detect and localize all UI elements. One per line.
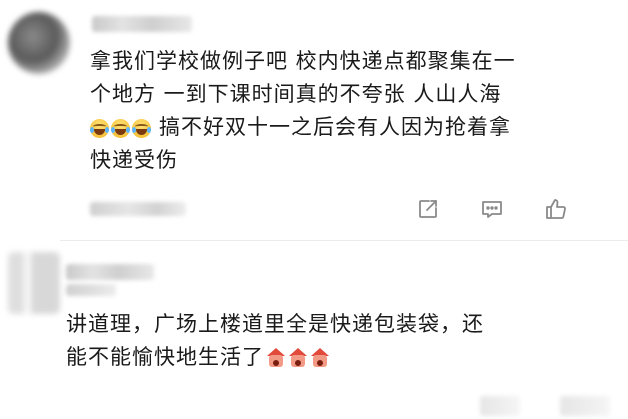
laugh-cry-emoji-group — [90, 118, 151, 138]
comment-text: 拿我们学校做例子吧 校内快递点都聚集在一 个地方 一到下课时间真的不夸张 人山人… — [90, 45, 590, 177]
username-blurred[interactable] — [92, 16, 192, 32]
user-meta-blurred — [66, 284, 116, 296]
scream-house-icon — [288, 348, 308, 368]
scream-emoji-group — [266, 348, 330, 368]
comment-meta-blurred — [480, 396, 520, 416]
share-icon — [419, 200, 437, 218]
comment-meta-blurred — [90, 202, 186, 216]
avatar[interactable] — [8, 252, 60, 314]
comment-actions — [410, 195, 574, 223]
comment-icon — [482, 201, 502, 218]
avatar[interactable] — [8, 12, 70, 74]
comment-meta-blurred — [560, 396, 610, 416]
like-button[interactable] — [538, 195, 574, 223]
scream-house-icon — [266, 348, 286, 368]
scream-house-icon — [310, 348, 330, 368]
username-blurred[interactable] — [66, 264, 154, 280]
comment-line: 快递受伤 — [90, 148, 178, 172]
reply-button[interactable] — [474, 195, 510, 223]
thumbs-up-icon — [546, 199, 566, 219]
comment-line: 个地方 一到下课时间真的不夸张 人山人海 — [90, 82, 502, 106]
comment-text: 讲道理，广场上楼道里全是快递包装袋，还 能不能愉快地生活了 — [66, 308, 586, 374]
comment-line-with-emoji: 搞不好双十一之后会有人因为抢着拿 — [90, 111, 590, 144]
comment-item: 拿我们学校做例子吧 校内快递点都聚集在一 个地方 一到下课时间真的不夸张 人山人… — [0, 0, 628, 240]
laugh-cry-icon — [90, 118, 109, 138]
comment-line: 拿我们学校做例子吧 校内快递点都聚集在一 — [90, 49, 516, 73]
comment-line-with-emoji: 能不能愉快地生活了 — [66, 341, 586, 374]
comment-line: 能不能愉快地生活了 — [66, 345, 264, 369]
laugh-cry-icon — [111, 118, 130, 138]
share-button[interactable] — [410, 195, 446, 223]
comment-line: 讲道理，广场上楼道里全是快递包装袋，还 — [66, 312, 484, 336]
comment-line: 搞不好双十一之后会有人因为抢着拿 — [159, 115, 511, 139]
laugh-cry-icon — [132, 118, 151, 138]
